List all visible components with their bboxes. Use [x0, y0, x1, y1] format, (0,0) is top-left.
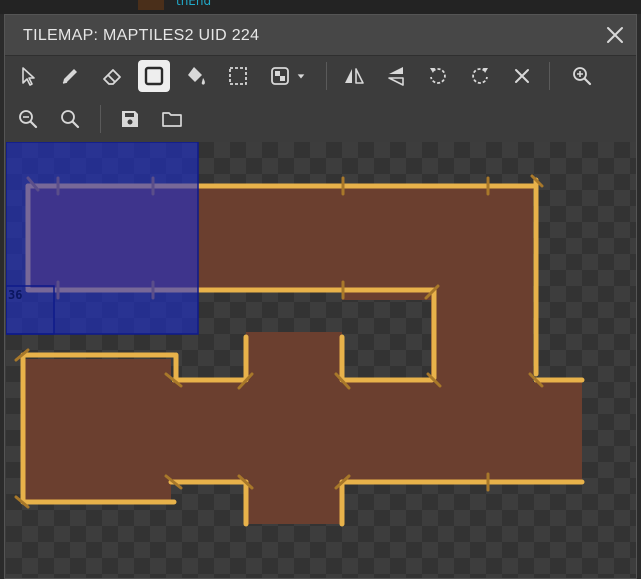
paint-bucket-icon	[188, 67, 205, 85]
close-button[interactable]	[604, 24, 626, 46]
rotate-left-icon	[430, 68, 446, 84]
eraser-icon	[103, 69, 121, 85]
background-sprite	[138, 0, 164, 10]
rectangle-tool-button[interactable]	[138, 60, 170, 92]
chevron-down-icon	[297, 74, 305, 79]
marquee-icon	[229, 67, 247, 85]
tile-selection-overlay	[6, 142, 199, 335]
window-titlebar[interactable]: TILEMAP: MAPTILES2 UID 224	[5, 15, 636, 56]
flip-vertical-icon	[388, 67, 404, 86]
magnifier-icon	[61, 110, 80, 129]
autotile-tool-button[interactable]	[264, 60, 296, 92]
draw-tool-button[interactable]	[54, 60, 86, 92]
open-button[interactable]	[156, 103, 188, 135]
rotate-left-button[interactable]	[422, 60, 454, 92]
flip-vertical-button[interactable]	[380, 60, 412, 92]
tilemap-editor-window: TILEMAP: MAPTILES2 UID 224 36	[4, 14, 637, 579]
select-tool-button[interactable]	[12, 60, 44, 92]
window-title: TILEMAP: MAPTILES2 UID 224	[23, 27, 260, 44]
tilemap-canvas[interactable]: 36	[6, 142, 636, 578]
cursor-icon	[22, 67, 35, 86]
marquee-tool-button[interactable]	[222, 60, 254, 92]
rotate-right-button[interactable]	[464, 60, 496, 92]
background-editor-strip: thEnd	[0, 0, 641, 14]
save-button[interactable]	[114, 103, 146, 135]
flip-horizontal-button[interactable]	[338, 60, 370, 92]
flip-horizontal-icon	[345, 68, 364, 84]
selected-tile-label: 36	[8, 288, 23, 302]
zoom-in-button[interactable]	[566, 60, 598, 92]
x-icon	[515, 69, 529, 83]
save-icon	[122, 111, 138, 127]
rotate-right-icon	[472, 68, 488, 84]
rectangle-icon	[144, 66, 164, 86]
pencil-icon	[62, 69, 77, 84]
tilemap-drawing	[6, 142, 585, 527]
zoom-in-icon	[573, 67, 592, 86]
zoom-reset-button[interactable]	[54, 103, 86, 135]
toolbar-separator	[326, 62, 327, 90]
folder-icon	[162, 112, 182, 127]
zoom-out-button[interactable]	[12, 103, 44, 135]
toolbar-separator	[100, 105, 101, 133]
clear-button[interactable]	[506, 60, 538, 92]
autotile-icon	[271, 67, 289, 85]
toolbar	[5, 56, 636, 142]
erase-tool-button[interactable]	[96, 60, 128, 92]
autotile-dropdown[interactable]	[295, 68, 307, 84]
toolbar-separator	[549, 62, 550, 90]
zoom-out-icon	[19, 110, 38, 129]
close-icon	[607, 27, 623, 43]
fill-tool-button[interactable]	[180, 60, 212, 92]
background-code-text: thEnd	[176, 0, 212, 8]
